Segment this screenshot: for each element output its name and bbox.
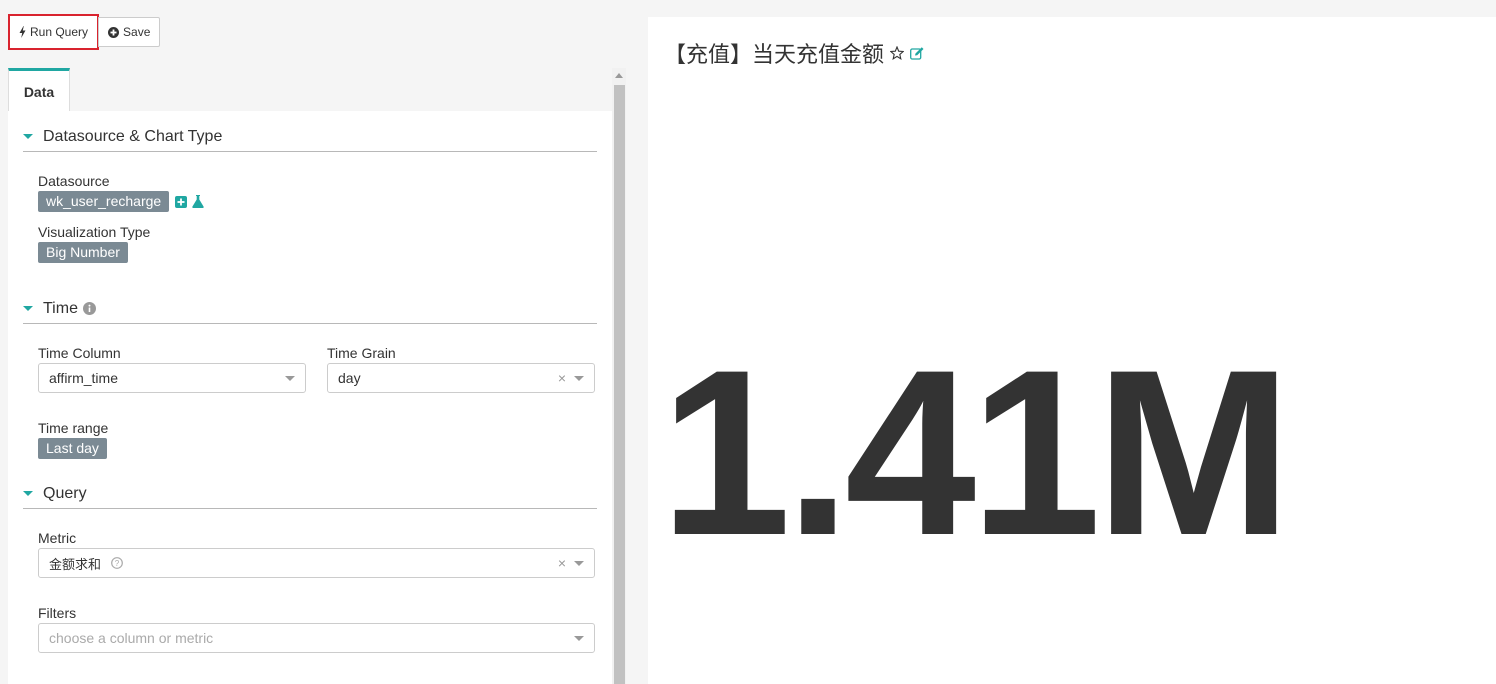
- panel-body: Datasource & Chart Type Datasource wk_us…: [8, 111, 612, 684]
- info-icon[interactable]: [82, 302, 96, 315]
- scroll-up-icon[interactable]: [615, 73, 623, 78]
- run-query-label: Run Query: [30, 25, 89, 39]
- viz-type-label: Visualization Type: [38, 224, 151, 240]
- time-column-value: affirm_time: [49, 370, 118, 386]
- chevron-down-icon: [285, 376, 295, 381]
- chart-panel: 【充值】当天充值金额 1.41M: [648, 17, 1496, 684]
- filters-placeholder: choose a column or metric: [49, 630, 214, 646]
- scrollbar-thumb[interactable]: [614, 85, 625, 684]
- clear-icon[interactable]: ×: [558, 370, 566, 386]
- section-query-title: Query: [43, 484, 87, 502]
- toolbar: Run Query Save: [8, 14, 161, 50]
- section-datasource-header[interactable]: Datasource & Chart Type: [23, 122, 597, 152]
- metric-select[interactable]: 金额求和 ? ×: [38, 548, 595, 578]
- filters-label: Filters: [38, 605, 77, 621]
- datasource-actions: [175, 195, 204, 211]
- section-time-title: Time: [43, 299, 78, 317]
- tab-data-label: Data: [23, 83, 55, 100]
- tab-data[interactable]: Data: [8, 68, 70, 112]
- clear-icon[interactable]: ×: [558, 555, 566, 571]
- chevron-down-icon: [574, 636, 584, 641]
- section-time-header[interactable]: Time: [23, 294, 597, 324]
- star-icon[interactable]: [889, 41, 905, 66]
- datasource-label: Datasource: [38, 173, 110, 189]
- scrollbar[interactable]: [612, 68, 626, 684]
- plus-circle-icon: [108, 26, 120, 38]
- tab-bar: Data: [8, 68, 612, 112]
- save-button[interactable]: Save: [98, 17, 161, 47]
- edit-icon[interactable]: [910, 41, 924, 66]
- section-query-header[interactable]: Query: [23, 479, 597, 509]
- caret-down-icon: [23, 134, 33, 139]
- time-column-label: Time Column: [38, 345, 121, 361]
- caret-down-icon: [23, 491, 33, 496]
- time-grain-select[interactable]: day ×: [327, 363, 595, 393]
- flask-icon[interactable]: [192, 195, 204, 211]
- save-label: Save: [123, 25, 151, 39]
- svg-text:?: ?: [115, 559, 120, 568]
- time-column-select[interactable]: affirm_time: [38, 363, 306, 393]
- metric-label: Metric: [38, 530, 77, 546]
- bolt-icon: [19, 26, 26, 38]
- datasource-tag[interactable]: wk_user_recharge: [38, 191, 170, 212]
- filters-select[interactable]: choose a column or metric: [38, 623, 595, 653]
- chart-title-row: 【充值】当天充值金额: [664, 37, 924, 69]
- big-number-value: 1.41M: [660, 321, 1292, 585]
- control-panel: Data Datasource & Chart Type Datasource …: [8, 68, 626, 684]
- time-range-label: Time range: [38, 420, 109, 436]
- plus-square-icon[interactable]: [175, 195, 187, 211]
- chevron-down-icon: [574, 376, 584, 381]
- run-query-button[interactable]: Run Query: [8, 14, 100, 50]
- section-datasource-title: Datasource & Chart Type: [43, 127, 223, 145]
- question-circle-icon[interactable]: ?: [111, 557, 123, 569]
- time-range-tag[interactable]: Last day: [38, 438, 107, 459]
- chevron-down-icon: [574, 561, 584, 566]
- time-grain-value: day: [338, 370, 361, 386]
- caret-down-icon: [23, 306, 33, 311]
- viz-type-tag[interactable]: Big Number: [38, 242, 128, 263]
- time-grain-label: Time Grain: [327, 345, 396, 361]
- metric-value: 金额求和: [49, 557, 102, 573]
- chart-title: 【充值】当天充值金额: [664, 43, 885, 68]
